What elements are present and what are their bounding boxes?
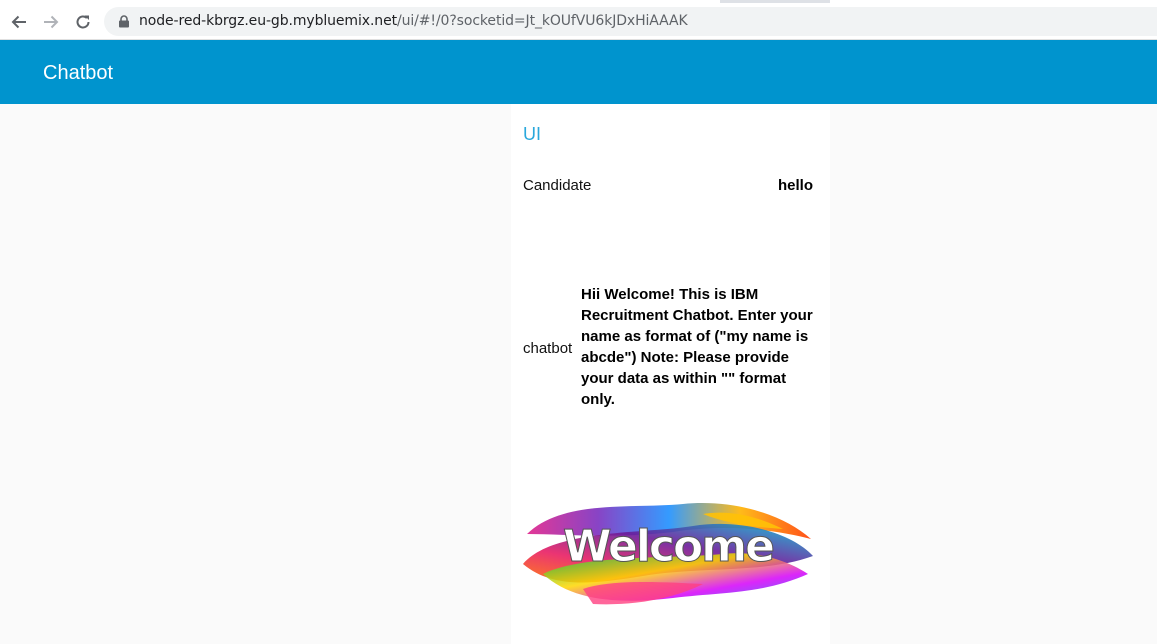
app-header: Chatbot [0,40,1157,104]
address-bar[interactable]: node-red-kbrgz.eu-gb.mybluemix.net/ui/#!… [104,7,1157,36]
chatbot-label: chatbot [523,340,573,357]
welcome-image-text: Welcome [563,521,773,572]
reload-icon [76,15,90,29]
candidate-label: Candidate [523,177,592,194]
browser-toolbar: node-red-kbrgz.eu-gb.mybluemix.net/ui/#!… [0,3,1157,40]
candidate-value: hello [777,177,813,194]
group-title: UI [523,124,541,144]
url-host: node-red-kbrgz.eu-gb.mybluemix.net [139,13,397,29]
reload-button[interactable] [72,11,94,33]
forward-button[interactable] [40,11,62,33]
welcome-image: Welcome [523,503,813,605]
chatbot-row: chatbot Hii Welcome! This is IBM Recruit… [523,284,823,414]
arrow-left-icon [11,15,26,29]
chatbot-message: Hii Welcome! This is IBM Recruitment Cha… [581,286,813,408]
url-path: /ui/#!/0?socketid=Jt_kOUfVU6kJDxHiAAAK [396,13,688,29]
lock-icon[interactable] [118,15,130,28]
url-text[interactable]: node-red-kbrgz.eu-gb.mybluemix.net/ui/#!… [139,13,688,29]
ui-group-card: UI Candidate hello chatbot Hii Welcome! … [511,104,830,644]
arrow-right-icon [44,15,59,29]
app-title: Chatbot [43,62,114,84]
candidate-row: Candidate hello [523,177,813,197]
back-button[interactable] [8,11,30,33]
